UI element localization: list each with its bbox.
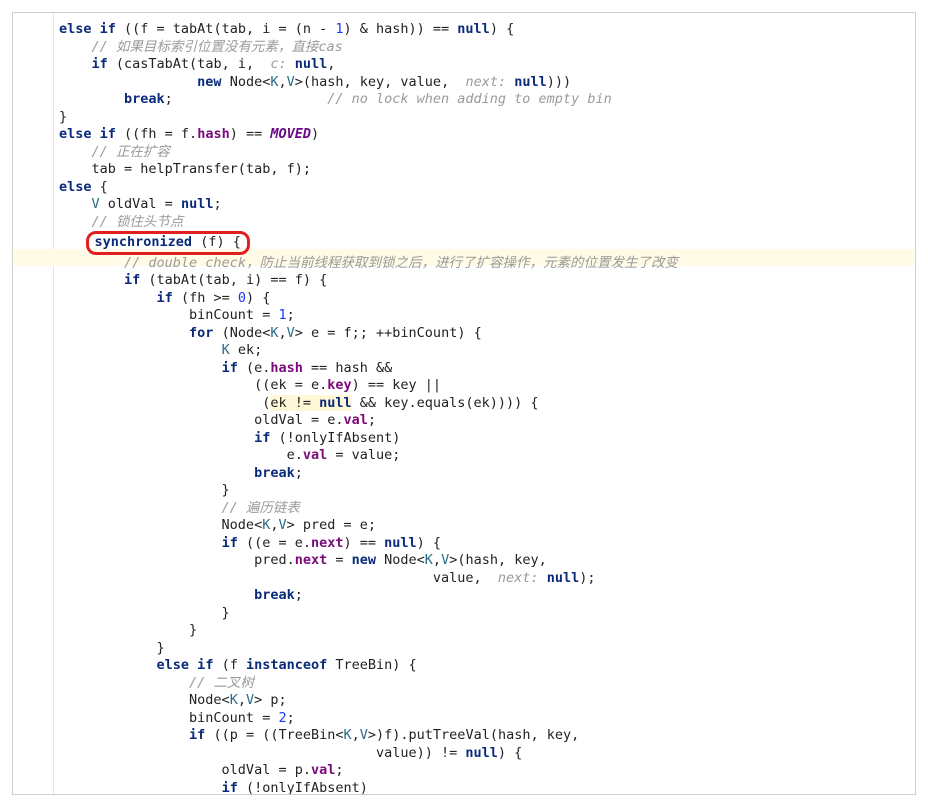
keyword-else-if: else if (59, 21, 116, 37)
code-editor[interactable]: else if ((f = tabAt(tab, i = (n - 1) & h… (12, 12, 916, 795)
code-area[interactable]: else if ((f = tabAt(tab, i = (n - 1) & h… (13, 13, 915, 795)
warning-highlight: ek != null (270, 395, 351, 411)
synchronized-highlight: synchronized (f) { (86, 231, 250, 255)
comment: // 如果目标索引位置没有元素，直接cas (59, 39, 343, 55)
